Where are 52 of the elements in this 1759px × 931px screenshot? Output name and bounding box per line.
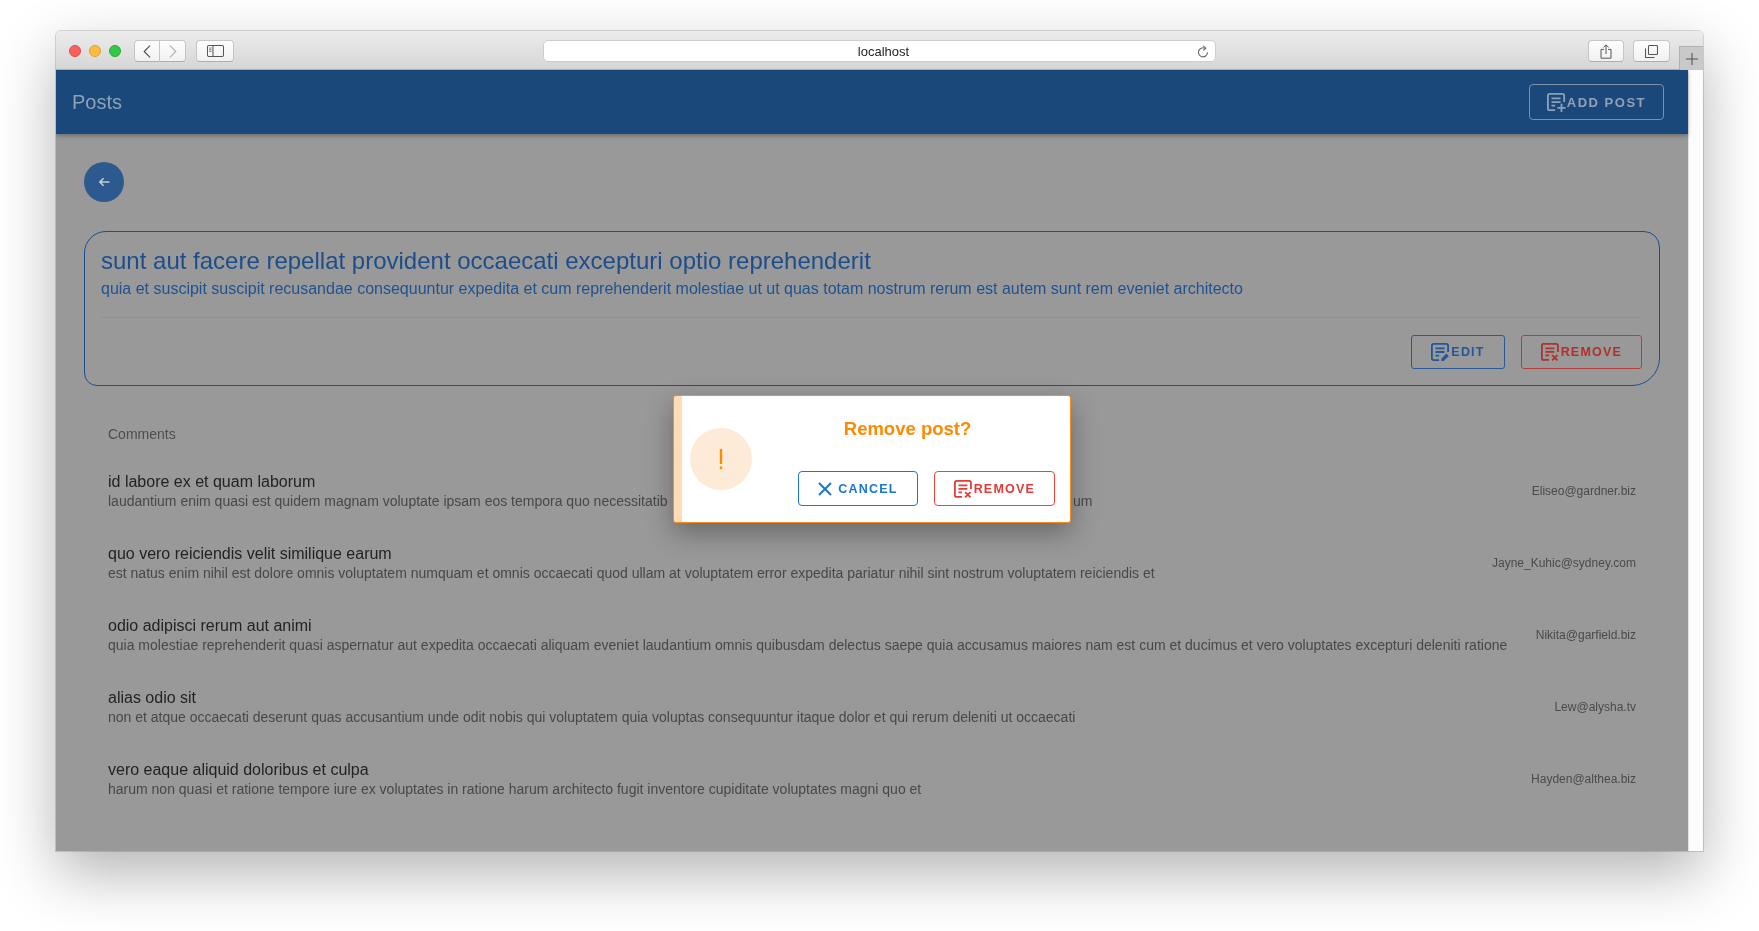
arrow-left-icon <box>98 177 110 187</box>
edit-button[interactable]: EDIT <box>1411 335 1505 369</box>
document-pencil-icon <box>1431 343 1450 361</box>
dialog-title: Remove post? <box>843 418 972 440</box>
browser-forward-button[interactable] <box>160 40 186 62</box>
comment-text: est natus enim nihil est dolore omnis voluptatem numquam et omnis occaecati quod ullam at voluptatem error expedita pariatur nihil sint nostrum voluptatem reiciendis et <box>108 565 1155 581</box>
scrollbar-track[interactable] <box>1688 70 1703 851</box>
new-tab-button[interactable] <box>1679 46 1703 70</box>
address-field[interactable]: localhost <box>543 40 1216 62</box>
exclamation-icon <box>690 428 752 490</box>
comment-text: quia molestiae reprehenderit quasi aspernatur aut expedita occaecati aliquam eveniet laudantium omnis quibusdam delectus saepe quia accusamus maiores nam est cum et ducimus et vero voluptates excepturi deleniti ratione <box>108 637 1508 653</box>
share-button[interactable] <box>1588 40 1624 62</box>
back-button[interactable] <box>84 162 124 202</box>
close-icon <box>818 481 833 496</box>
reload-icon[interactable] <box>1197 44 1209 58</box>
comment-name: id labore ex et quam laborum <box>108 472 316 492</box>
confirm-remove-button[interactable]: REMOVE <box>933 471 1055 506</box>
post-title: sunt aut facere repellat provident occaecati excepturi optio reprehenderit <box>101 246 872 276</box>
document-x-icon <box>1540 343 1559 361</box>
add-post-button[interactable]: ADD POST <box>1528 84 1664 120</box>
comment-name: vero eaque aliquid doloribus et culpa <box>108 760 369 780</box>
plus-icon <box>1685 52 1698 65</box>
remove-button[interactable]: REMOVE <box>1520 335 1642 369</box>
browser-back-button[interactable] <box>134 40 160 62</box>
share-icon <box>1600 43 1612 59</box>
comment-text: um <box>1073 493 1093 509</box>
comment-text: harum non quasi et ratione tempore iure ex voluptates in ratione harum architecto fugit inventore cupiditate voluptates magni quo et <box>108 781 922 797</box>
app-title: Posts <box>72 90 123 114</box>
sidebar-button[interactable] <box>196 40 234 62</box>
comment-email: Nikita@garfield.biz <box>1534 628 1636 642</box>
comment-email: Eliseo@gardner.biz <box>1530 484 1636 498</box>
comment-email: Jayne_Kuhic@sydney.com <box>1490 556 1636 570</box>
window-zoom-button[interactable] <box>109 45 121 57</box>
comment-name: quo vero reiciendis velit similique earum <box>108 544 392 564</box>
comment-email: Hayden@althea.biz <box>1530 772 1636 786</box>
comment-text: non et atque occaecati deserunt quas accusantium unde odit nobis qui voluptatem quia voluptas consequuntur itaque dolor et qui rerum deleniti ut occaecati <box>108 709 1076 725</box>
chevron-right-icon <box>168 44 177 58</box>
comment-name: alias odio sit <box>108 688 197 708</box>
tabs-button[interactable] <box>1633 40 1670 62</box>
document-plus-icon <box>1546 92 1566 112</box>
comments-heading: Comments <box>108 425 176 443</box>
comment-email: Lew@alysha.tv <box>1553 700 1636 714</box>
sidebar-icon <box>206 45 224 57</box>
window-minimize-button[interactable] <box>89 45 101 57</box>
post-body: quia et suscipit suscipit recusandae consequuntur expedita et cum reprehenderit molestiae ut ut quas totam nostrum rerum est autem sunt rem eveniet architecto <box>101 279 1244 299</box>
cancel-button[interactable]: CANCEL <box>798 471 918 506</box>
tabs-icon <box>1645 44 1658 58</box>
window-close-button[interactable] <box>69 45 81 57</box>
chevron-left-icon <box>143 44 151 58</box>
comment-name: odio adipisci rerum aut animi <box>108 616 312 636</box>
document-x-icon <box>953 479 972 498</box>
comment-text: laudantium enim quasi est quidem magnam voluptate ipsam eos tempora quo necessitatib <box>108 493 668 509</box>
